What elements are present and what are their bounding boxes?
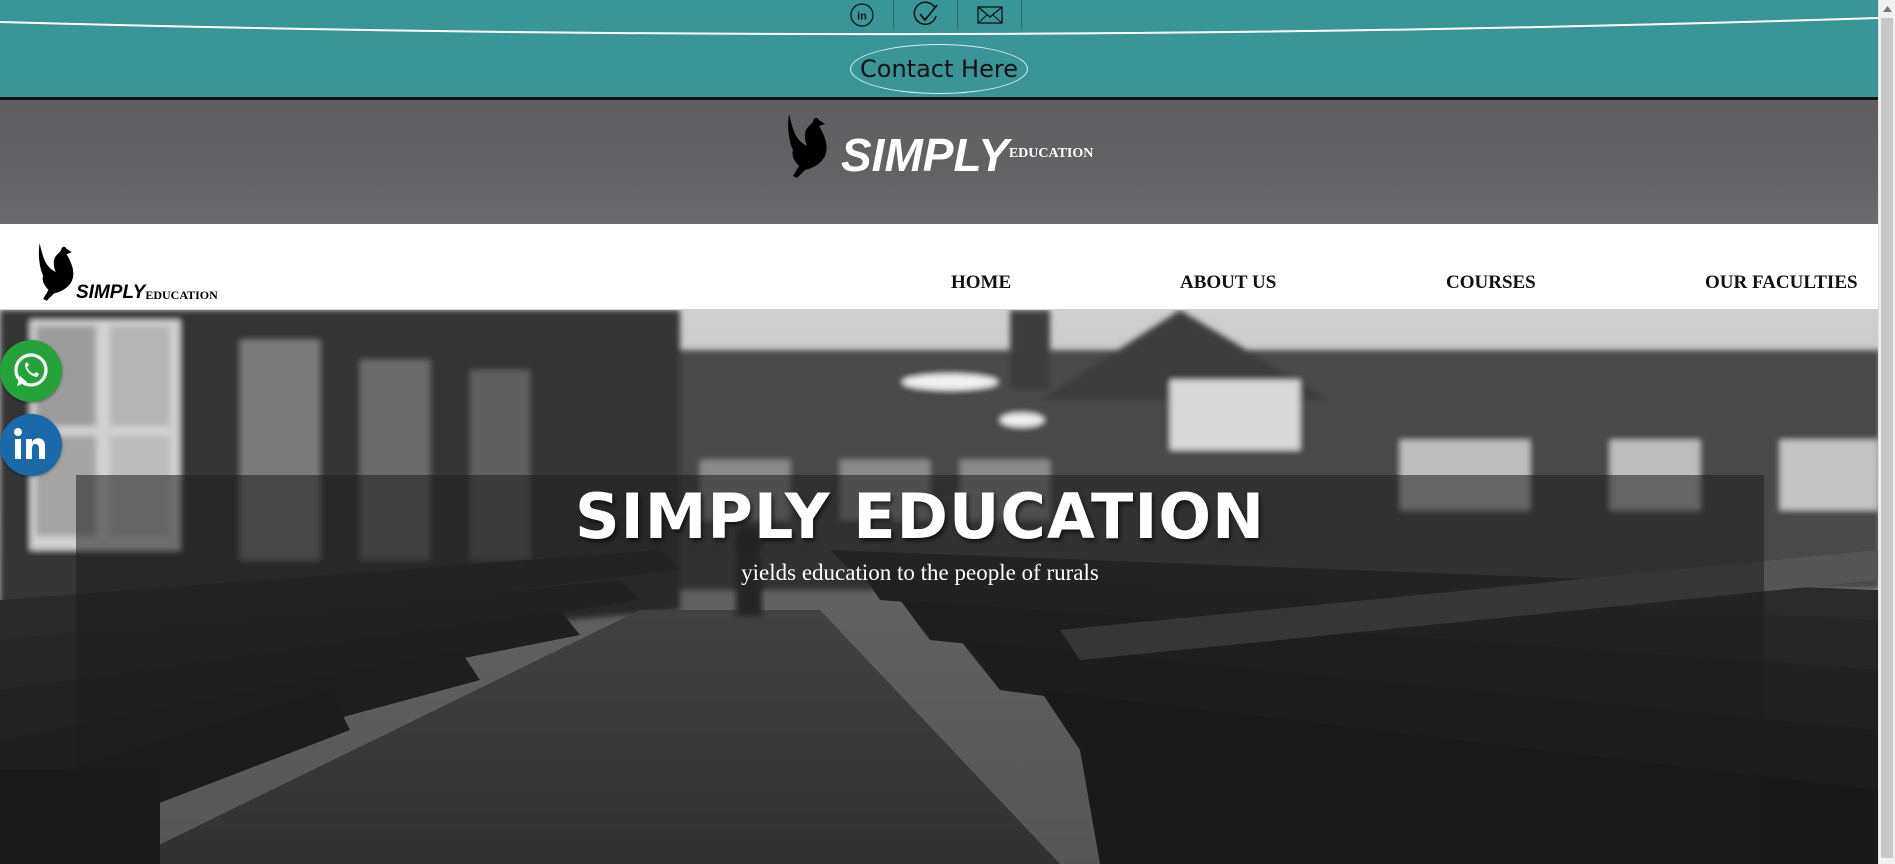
brand-banner: SIMPLY EDUCATION bbox=[0, 100, 1878, 224]
brand-suffix: EDUCATION bbox=[1008, 146, 1094, 161]
nav-home[interactable]: HOME bbox=[951, 272, 1011, 294]
vertical-scrollbar[interactable] bbox=[1878, 0, 1895, 864]
nav-logo-wordmark: SIMPLY bbox=[76, 282, 146, 303]
scrollbar-thumb[interactable] bbox=[1881, 18, 1893, 858]
brand-wordmark: SIMPLY bbox=[841, 129, 1009, 181]
mail-icon[interactable] bbox=[958, 0, 1022, 30]
brand-logo[interactable]: SIMPLY EDUCATION bbox=[785, 112, 1093, 180]
nav-about-us[interactable]: ABOUT US bbox=[1180, 272, 1276, 294]
nav-courses[interactable]: COURSES bbox=[1446, 272, 1536, 294]
hero-subtitle: yields education to the people of rurals bbox=[741, 560, 1099, 585]
linkedin-icon[interactable] bbox=[0, 414, 62, 476]
linkedin-outline-icon[interactable]: in bbox=[830, 0, 894, 30]
dove-icon bbox=[788, 114, 827, 178]
nav-logo[interactable]: SIMPLY EDUCATION bbox=[36, 240, 218, 304]
nav-logo-suffix: EDUCATION bbox=[145, 288, 218, 302]
top-contact-bar: in Contact Here bbox=[0, 0, 1878, 100]
nav-our-faculties[interactable]: OUR FACULTIES bbox=[1705, 272, 1858, 294]
page: in Contact Here SIMPLY EDUCATION SIMPLY … bbox=[0, 0, 1895, 864]
scroll-up-arrow-icon[interactable] bbox=[1879, 0, 1895, 17]
social-icon-strip: in bbox=[830, 0, 1022, 30]
contact-here-button[interactable]: Contact Here bbox=[850, 44, 1028, 94]
main-navbar: SIMPLY EDUCATION HOME ABOUT US COURSES O… bbox=[0, 224, 1878, 310]
whatsapp-icon[interactable] bbox=[0, 340, 62, 402]
hero-section: SIMPLY EDUCATION yields education to the… bbox=[0, 310, 1878, 864]
hero-title: SIMPLY EDUCATION bbox=[575, 480, 1265, 553]
svg-text:in: in bbox=[857, 11, 867, 23]
check-icon[interactable] bbox=[894, 0, 958, 30]
